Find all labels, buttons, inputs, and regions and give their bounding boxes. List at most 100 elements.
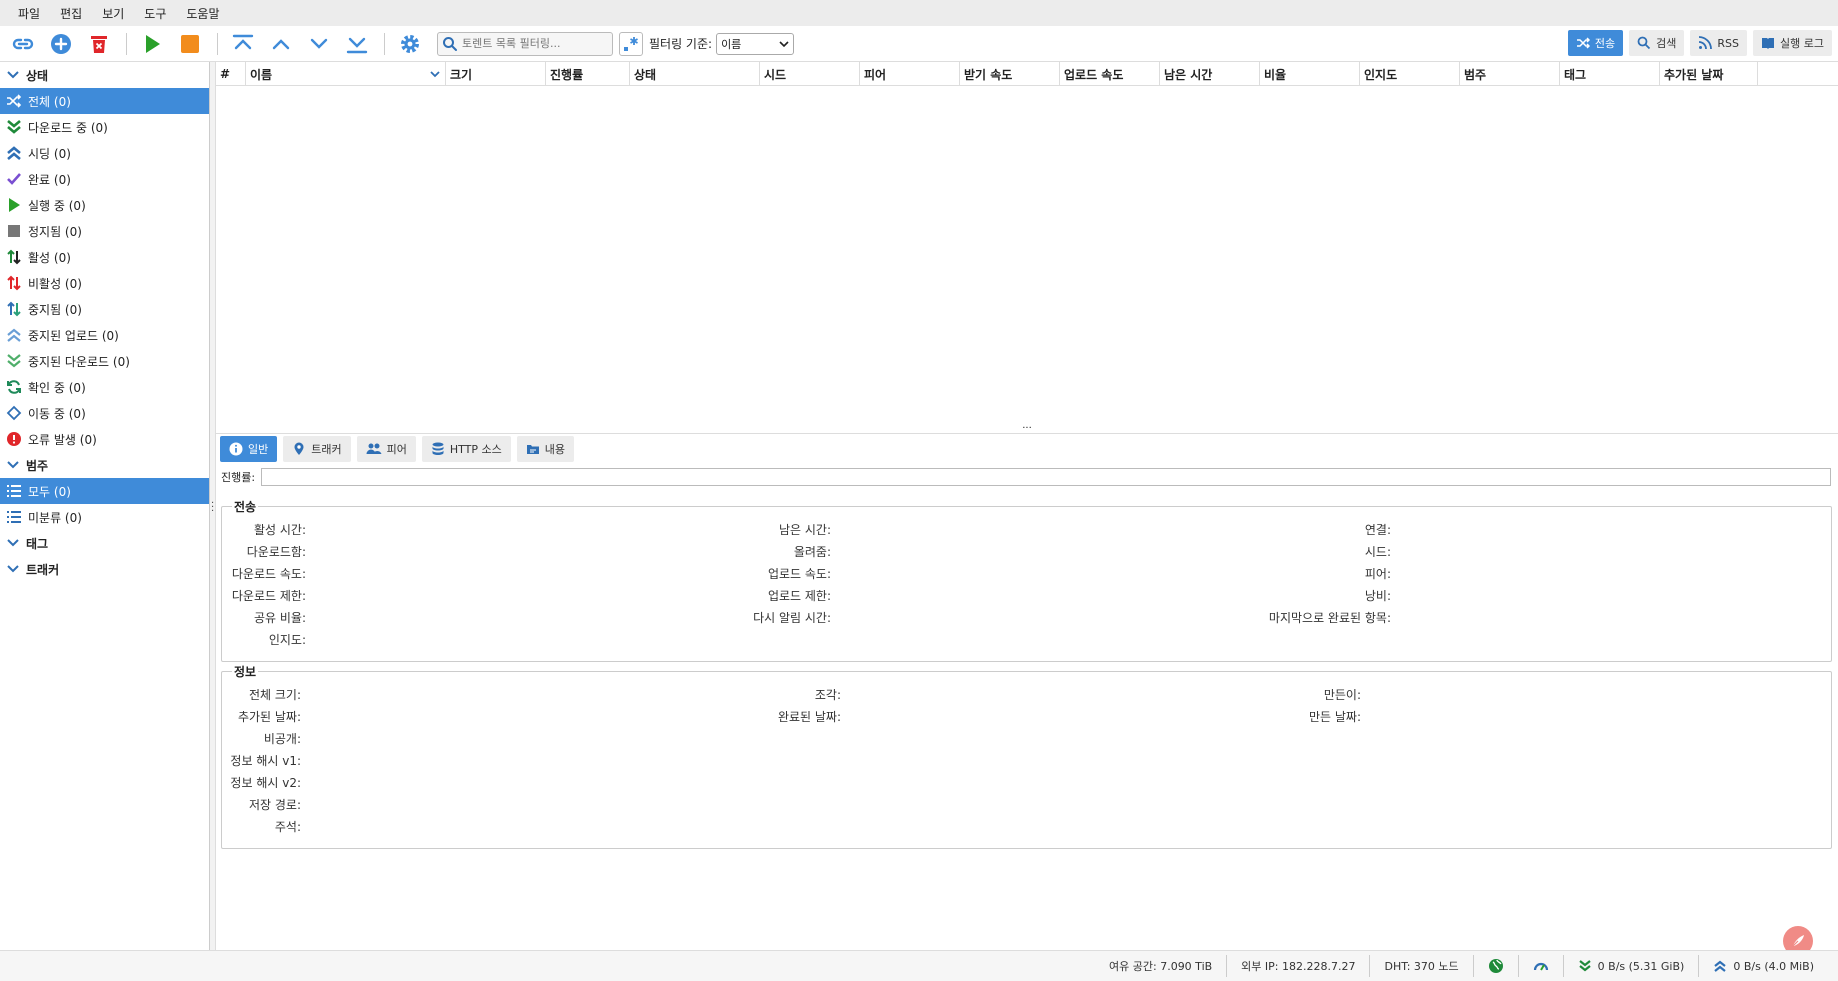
toolbar-separator: [217, 32, 218, 55]
sidebar-item-checking[interactable]: 확인 중 (0): [0, 374, 209, 400]
move-down-button[interactable]: [304, 29, 334, 59]
tab-transfers[interactable]: 전송: [1567, 30, 1624, 56]
column-header[interactable]: 피어: [860, 62, 960, 86]
tracker-section-header[interactable]: 트래커: [0, 556, 209, 582]
sidebar-item-label: 미분류 (0): [28, 510, 82, 525]
delete-button[interactable]: [84, 29, 114, 59]
move-bottom-button[interactable]: [342, 29, 372, 59]
tab-rss[interactable]: RSS: [1690, 30, 1748, 56]
sidebar-item-active[interactable]: 활성 (0): [0, 244, 209, 270]
connection-status[interactable]: [1472, 955, 1518, 977]
column-header[interactable]: 받기 속도: [960, 62, 1060, 86]
folder-icon: [526, 445, 539, 454]
pause-button[interactable]: [175, 29, 205, 59]
speed-limit-toggle[interactable]: [1517, 955, 1563, 977]
field-label: 주석:: [274, 820, 301, 834]
menu-view[interactable]: 보기: [92, 5, 134, 22]
sidebar-item-label: 중지됨 (0): [28, 302, 82, 317]
progress-bar: [261, 468, 1832, 486]
arrow-bottom-icon: [346, 37, 368, 53]
add-torrent-button[interactable]: [46, 29, 76, 59]
move-up-button[interactable]: [266, 29, 296, 59]
regex-toggle-button[interactable]: [619, 31, 643, 56]
tab-peers[interactable]: 피어: [356, 436, 416, 462]
sidebar-item-label: 중지된 업로드 (0): [28, 328, 119, 343]
sidebar-item-completed[interactable]: 완료 (0): [0, 166, 209, 192]
menu-file[interactable]: 파일: [8, 5, 50, 22]
menu-bar: 파일 편집 보기 도구 도움말: [0, 0, 1838, 26]
options-button[interactable]: [395, 29, 425, 59]
sidebar-item-label: 비활성 (0): [28, 276, 82, 291]
sidebar-item-stopped[interactable]: 정지됨 (0): [0, 218, 209, 244]
column-header[interactable]: 남은 시간: [1160, 62, 1260, 86]
column-header[interactable]: 태그: [1560, 62, 1660, 86]
sidebar-item-moving[interactable]: 이동 중 (0): [0, 400, 209, 426]
stop-icon: [8, 225, 20, 237]
sidebar-item-label: 전체 (0): [28, 94, 71, 109]
field-label: 마지막으로 완료된 항목:: [1268, 611, 1391, 625]
column-header[interactable]: 상태: [630, 62, 760, 86]
menu-edit[interactable]: 편집: [50, 5, 92, 22]
tab-http-sources[interactable]: HTTP 소스: [421, 436, 511, 462]
arrow-top-icon: [232, 34, 254, 49]
properties-panel: 일반 트래커 피어 HTTP 소스 내용 진행률: 전송 활성 시간: 다운로드…: [216, 434, 1838, 950]
tab-content[interactable]: 내용: [516, 436, 575, 462]
menu-help[interactable]: 도움말: [176, 5, 229, 22]
upload-speed-status[interactable]: 0 B/s (4.0 MiB): [1698, 955, 1828, 977]
column-header[interactable]: #: [216, 62, 246, 86]
column-header[interactable]: 업로드 속도: [1060, 62, 1160, 86]
tab-trackers[interactable]: 트래커: [283, 436, 351, 462]
sidebar-item-seeding[interactable]: 시딩 (0): [0, 140, 209, 166]
tab-execution-log[interactable]: 실행 로그: [1753, 30, 1832, 56]
move-top-button[interactable]: [228, 29, 258, 59]
tab-general[interactable]: 일반: [220, 436, 278, 462]
column-header[interactable]: 크기: [446, 62, 546, 86]
magnifier-icon: [1637, 36, 1651, 50]
column-header[interactable]: 범주: [1460, 62, 1560, 86]
stop-icon: [181, 34, 199, 53]
torrent-filter-box[interactable]: [437, 31, 613, 56]
torrent-table[interactable]: # 이름 크기 진행률 상태 시드 피어 받기 속도 업로드 속도 남은 시간 …: [216, 62, 1838, 428]
sidebar-item-uncategorized[interactable]: 미분류 (0): [0, 504, 209, 530]
torrent-filter-input[interactable]: [462, 37, 602, 50]
column-header-name[interactable]: 이름: [246, 62, 446, 86]
check-icon: [7, 173, 21, 185]
add-link-button[interactable]: [8, 29, 38, 59]
sidebar-item-errored[interactable]: 오류 발생 (0): [0, 426, 209, 452]
sidebar-item-downloading[interactable]: 다운로드 중 (0): [0, 114, 209, 140]
column-header[interactable]: 비율: [1260, 62, 1360, 86]
menu-tools[interactable]: 도구: [134, 5, 176, 22]
sidebar-item-stalled[interactable]: 중지됨 (0): [0, 296, 209, 322]
resume-button[interactable]: [137, 29, 167, 59]
sidebar-item-inactive[interactable]: 비활성 (0): [0, 270, 209, 296]
field-label: 만든 날짜:: [1308, 710, 1361, 724]
tag-section-header[interactable]: 태그: [0, 530, 209, 556]
progress-row: 진행률:: [221, 468, 1832, 486]
field-label: 업로드 속도:: [767, 567, 831, 581]
sidebar-item-stalled-upload[interactable]: 중지된 업로드 (0): [0, 322, 209, 348]
updown-red-arrows-icon: [7, 275, 21, 291]
field-label: 완료된 날짜:: [777, 710, 841, 724]
field-label: 추가된 날짜:: [237, 710, 301, 724]
sidebar-item-category-all[interactable]: 모두 (0): [0, 478, 209, 504]
status-section-header[interactable]: 상태: [0, 62, 209, 88]
column-header[interactable]: 추가된 날짜: [1660, 62, 1758, 86]
field-label: 연결:: [1364, 523, 1391, 537]
field-label: 업로드 제한:: [767, 589, 831, 603]
category-section-header[interactable]: 범주: [0, 452, 209, 478]
double-down-icon: [1578, 960, 1591, 972]
double-up-icon: [1714, 960, 1727, 972]
regex-icon: [624, 36, 638, 51]
database-icon: [432, 442, 444, 455]
download-speed-status[interactable]: 0 B/s (5.31 GiB): [1562, 955, 1699, 977]
sidebar-item-stalled-download[interactable]: 중지된 다운로드 (0): [0, 348, 209, 374]
sidebar-item-running[interactable]: 실행 중 (0): [0, 192, 209, 218]
tab-search[interactable]: 검색: [1629, 30, 1685, 56]
column-header[interactable]: 인지도: [1360, 62, 1460, 86]
updown-teal-arrows-icon: [7, 301, 21, 317]
sidebar-item-all[interactable]: 전체 (0): [0, 88, 209, 114]
search-icon: [443, 36, 457, 51]
column-header[interactable]: 시드: [760, 62, 860, 86]
filter-by-select[interactable]: 이름: [716, 32, 795, 55]
column-header[interactable]: 진행률: [546, 62, 630, 86]
